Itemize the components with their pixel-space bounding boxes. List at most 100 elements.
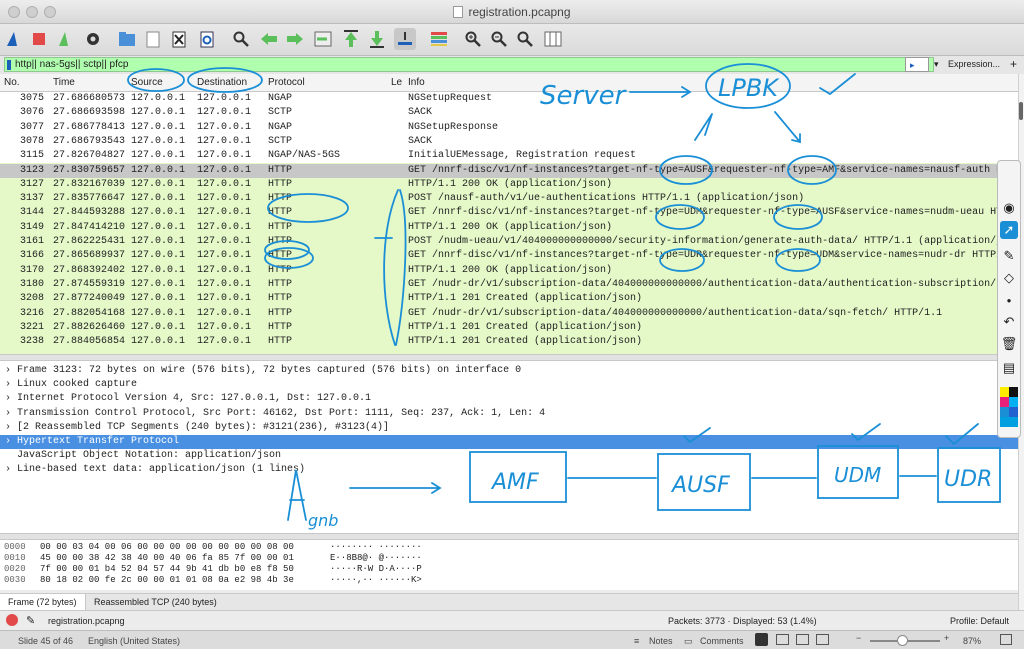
- save-icon[interactable]: [142, 28, 164, 50]
- go-back-icon[interactable]: [258, 28, 280, 50]
- disclosure-chevron-icon[interactable]: ›: [5, 463, 11, 477]
- status-profile[interactable]: Profile: Default: [950, 616, 1009, 626]
- packet-row[interactable]: 3149 27.847414210 127.0.0.1 127.0.0.1 HTTP HT…: [0, 221, 1018, 235]
- first-packet-icon[interactable]: [340, 28, 362, 50]
- dot-icon[interactable]: ●: [1000, 291, 1018, 309]
- packet-row[interactable]: 3076 27.686693598 127.0.0.1 127.0.0.1 SCTP SA…: [0, 106, 1018, 121]
- clipboard-icon[interactable]: ▤: [1000, 359, 1018, 377]
- add-filter-button[interactable]: +: [1006, 57, 1021, 72]
- zoom-normal-icon[interactable]: [514, 28, 536, 50]
- zoom-plus-icon[interactable]: +: [944, 633, 949, 643]
- shark-fin-icon[interactable]: [3, 28, 25, 50]
- find-icon[interactable]: [230, 28, 252, 50]
- options-gear-icon[interactable]: [82, 28, 104, 50]
- slide-show-icon[interactable]: [816, 634, 829, 645]
- disclosure-chevron-icon[interactable]: ›: [5, 364, 11, 378]
- packet-row[interactable]: 3115 27.826704827 127.0.0.1 127.0.0.1 NGAP/N…: [0, 149, 1018, 164]
- detail-tree-item[interactable]: › Hypertext Transfer Protocol: [0, 435, 1018, 450]
- undo-icon[interactable]: ↶: [1000, 313, 1018, 331]
- stop-icon[interactable]: [28, 28, 50, 50]
- detail-tree-item[interactable]: › Linux cooked capture: [0, 378, 1018, 392]
- disclosure-chevron-icon[interactable]: ›: [5, 392, 11, 406]
- column-info[interactable]: Info: [408, 77, 425, 88]
- filter-dropdown-icon[interactable]: ▾: [930, 57, 943, 72]
- detail-tree-item[interactable]: JavaScript Object Notation: application/…: [0, 449, 1018, 463]
- packet-row[interactable]: 3221 27.882626460 127.0.0.1 127.0.0.1 HTTP HT…: [0, 321, 1018, 335]
- detail-tree-item[interactable]: › [2 Reassembled TCP Segments (240 bytes)…: [0, 421, 1018, 435]
- column-time[interactable]: Time: [53, 77, 75, 88]
- expert-info-icon[interactable]: [6, 614, 18, 626]
- packet-row[interactable]: 3075 27.686680573 127.0.0.1 127.0.0.1 NGAP NG…: [0, 92, 1018, 107]
- packet-row[interactable]: 3180 27.874559319 127.0.0.1 127.0.0.1 HTTP GE…: [0, 278, 1018, 292]
- bookmark-icon[interactable]: [7, 60, 11, 70]
- reload-icon[interactable]: [196, 28, 218, 50]
- packet-row[interactable]: 3127 27.832167039 127.0.0.1 127.0.0.1 HTTP HT…: [0, 178, 1018, 192]
- column-source[interactable]: Source: [131, 77, 163, 88]
- packet-list[interactable]: 3075 27.686680573 127.0.0.1 127.0.0.1 NGAP NG…: [0, 92, 1018, 354]
- edit-comment-icon[interactable]: ✎: [26, 614, 35, 627]
- eye-icon[interactable]: ◉: [1000, 199, 1018, 217]
- packet-row[interactable]: 3161 27.862225431 127.0.0.1 127.0.0.1 HTTP PO…: [0, 235, 1018, 249]
- reading-view-icon[interactable]: [796, 634, 809, 645]
- eraser-icon[interactable]: ◇: [1000, 269, 1018, 287]
- go-forward-icon[interactable]: [284, 28, 306, 50]
- column-protocol[interactable]: Protocol: [268, 77, 305, 88]
- column-no[interactable]: No.: [4, 77, 20, 88]
- tab-reassembled-tcp[interactable]: Reassembled TCP (240 bytes): [86, 594, 225, 610]
- slide-sorter-icon[interactable]: [776, 634, 789, 645]
- detail-tree-item[interactable]: › Transmission Control Protocol, Src Port…: [0, 407, 1018, 421]
- pane-splitter[interactable]: [0, 533, 1018, 540]
- apply-filter-button[interactable]: ▸: [905, 57, 929, 72]
- go-to-packet-icon[interactable]: [312, 28, 334, 50]
- comments-button[interactable]: Comments: [700, 636, 744, 646]
- notes-button[interactable]: Notes: [649, 636, 673, 646]
- colorize-icon[interactable]: [428, 28, 450, 50]
- last-packet-icon[interactable]: [366, 28, 388, 50]
- pane-splitter[interactable]: [0, 354, 1018, 361]
- hex-row[interactable]: 0010 45 00 00 38 42 38 40 00 40 06 fa 85 …: [0, 553, 1018, 564]
- fit-to-window-icon[interactable]: [1000, 634, 1012, 645]
- packet-row[interactable]: 3208 27.877240049 127.0.0.1 127.0.0.1 HTTP HT…: [0, 292, 1018, 306]
- column-destination[interactable]: Destination: [197, 77, 247, 88]
- display-filter-input[interactable]: http|| nas-5gs|| sctp|| pfcp: [4, 57, 934, 72]
- close-file-icon[interactable]: [168, 28, 190, 50]
- disclosure-chevron-icon[interactable]: ›: [5, 407, 11, 421]
- zoom-in-icon[interactable]: [462, 28, 484, 50]
- trash-icon[interactable]: 🗑: [1000, 335, 1018, 353]
- packet-row[interactable]: 3144 27.844593288 127.0.0.1 127.0.0.1 HTTP GE…: [0, 206, 1018, 220]
- detail-tree-item[interactable]: › Line-based text data: application/json …: [0, 463, 1018, 477]
- detail-tree-item[interactable]: › Frame 3123: 72 bytes on wire (576 bits)…: [0, 364, 1018, 378]
- packet-bytes-pane[interactable]: 0000 00 00 03 04 00 06 00 00 00 00 00 00 …: [0, 540, 1018, 590]
- disclosure-chevron-icon[interactable]: ›: [5, 421, 11, 435]
- tab-frame-bytes[interactable]: Frame (72 bytes): [0, 594, 86, 610]
- zoom-minus-icon[interactable]: −: [856, 633, 861, 643]
- packet-row[interactable]: 3077 27.686778413 127.0.0.1 127.0.0.1 NGAP NG…: [0, 120, 1018, 135]
- zoom-slider-knob[interactable]: [897, 635, 908, 646]
- zoom-out-icon[interactable]: [488, 28, 510, 50]
- hex-row[interactable]: 0000 00 00 03 04 00 06 00 00 00 00 00 00 …: [0, 542, 1018, 553]
- resize-columns-icon[interactable]: [542, 28, 564, 50]
- scrollbar-thumb[interactable]: [1019, 102, 1023, 120]
- disclosure-chevron-icon[interactable]: ›: [5, 378, 11, 392]
- packet-row[interactable]: 3123 27.830759657 127.0.0.1 127.0.0.1 HTTP GE…: [0, 163, 1018, 178]
- disclosure-chevron-icon[interactable]: ›: [5, 435, 11, 449]
- packet-row[interactable]: 3078 27.686793543 127.0.0.1 127.0.0.1 SCTP SA…: [0, 134, 1018, 150]
- packet-row[interactable]: 3137 27.835776647 127.0.0.1 127.0.0.1 HTTP PO…: [0, 192, 1018, 206]
- packet-row[interactable]: 3170 27.868392402 127.0.0.1 127.0.0.1 HTTP HT…: [0, 264, 1018, 278]
- cursor-arrow-icon[interactable]: ➚: [1000, 221, 1018, 239]
- pen-icon[interactable]: ✎: [1000, 247, 1018, 265]
- hex-row[interactable]: 0030 80 18 02 00 fe 2c 00 00 01 01 08 0a …: [0, 575, 1018, 586]
- detail-tree-item[interactable]: › Internet Protocol Version 4, Src: 127.0…: [0, 392, 1018, 406]
- hex-row[interactable]: 0020 7f 00 00 01 b4 52 04 57 44 9b 41 db …: [0, 564, 1018, 575]
- packet-details-pane[interactable]: › Frame 3123: 72 bytes on wire (576 bits)…: [0, 361, 1018, 533]
- packet-row[interactable]: 3166 27.865689937 127.0.0.1 127.0.0.1 HTTP GE…: [0, 249, 1018, 263]
- autoscroll-icon[interactable]: [394, 28, 416, 50]
- packet-row[interactable]: 3216 27.882054168 127.0.0.1 127.0.0.1 HTTP GE…: [0, 307, 1018, 321]
- normal-view-icon[interactable]: [755, 633, 768, 646]
- restart-icon[interactable]: [54, 28, 76, 50]
- column-length[interactable]: Le: [391, 77, 402, 88]
- color-palette[interactable]: [1000, 387, 1018, 427]
- packet-row[interactable]: 3238 27.884056854 127.0.0.1 127.0.0.1 HTTP HT…: [0, 335, 1018, 349]
- expression-button[interactable]: Expression...: [944, 57, 1004, 72]
- open-folder-icon[interactable]: [116, 28, 138, 50]
